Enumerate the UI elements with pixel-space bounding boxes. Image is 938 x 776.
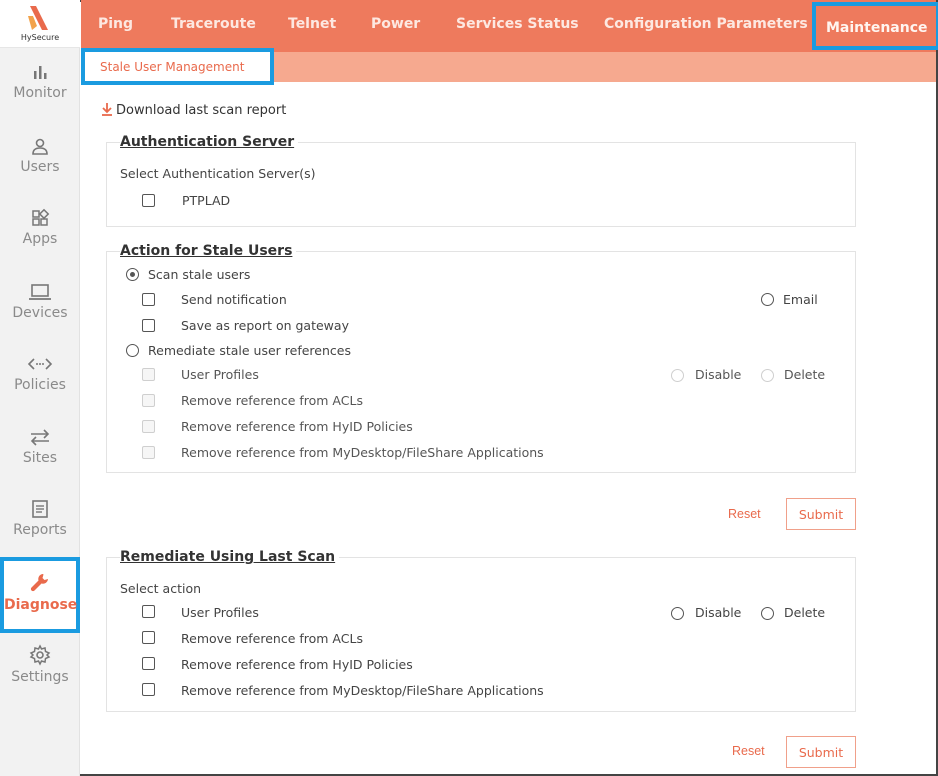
user-profiles-label: User Profiles <box>181 367 259 382</box>
sidebar-item-label: Reports <box>13 522 67 538</box>
server-label-ptplad: PTPLAD <box>182 193 231 208</box>
auth-server-prompt: Select Authentication Server(s) <box>120 166 316 181</box>
save-report-label: Save as report on gateway <box>181 318 349 333</box>
server-checkbox-ptplad[interactable] <box>142 194 155 207</box>
last-reset-button[interactable]: Reset <box>732 744 765 758</box>
stale-action-title: Action for Stale Users <box>120 243 297 259</box>
user-profiles-checkbox[interactable] <box>142 368 155 381</box>
last-delete-label: Delete <box>784 605 826 620</box>
remove-hyid-label: Remove reference from HyID Policies <box>181 419 413 434</box>
reset-button[interactable]: Reset <box>728 507 761 521</box>
submit-button[interactable]: Submit <box>786 498 856 530</box>
delete-label: Delete <box>784 367 826 382</box>
disable-radio[interactable] <box>671 369 684 382</box>
sidebar-item-policies[interactable]: Policies <box>0 354 80 422</box>
last-remove-mydesktop-checkbox[interactable] <box>142 683 155 696</box>
remove-acls-checkbox[interactable] <box>142 394 155 407</box>
gear-icon <box>29 644 51 666</box>
laptop-icon <box>29 284 51 300</box>
last-remove-acls-checkbox[interactable] <box>142 631 155 644</box>
auth-server-panel <box>106 142 856 227</box>
tab-services-status[interactable]: Services Status <box>456 16 579 32</box>
sidebar-item-label: Policies <box>14 377 66 393</box>
top-nav: Ping Traceroute Telnet Power Services St… <box>81 0 938 52</box>
remediate-stale-radio[interactable] <box>126 344 139 357</box>
last-remove-acls-label: Remove reference from ACLs <box>181 631 363 646</box>
email-label: Email <box>783 292 818 307</box>
sidebar-item-label: Settings <box>11 669 69 685</box>
scan-stale-users-label: Scan stale users <box>148 267 251 282</box>
remediate-last-prompt: Select action <box>120 581 202 596</box>
send-notification-checkbox[interactable] <box>142 293 155 306</box>
sidebar-item-label: Diagnose <box>4 597 78 613</box>
tab-maintenance[interactable]: Maintenance <box>812 2 938 50</box>
stale-action-panel <box>106 251 856 473</box>
sidebar-item-label: Sites <box>22 450 58 466</box>
auth-server-title: Authentication Server <box>120 134 299 150</box>
download-report-label: Download last scan report <box>116 103 287 118</box>
remove-mydesktop-checkbox[interactable] <box>142 446 155 459</box>
bar-chart-icon <box>34 66 47 79</box>
sidebar-item-label: Apps <box>22 231 58 247</box>
remove-hyid-checkbox[interactable] <box>142 420 155 433</box>
remediate-stale-label: Remediate stale user references <box>148 343 351 358</box>
sidebar-item-sites[interactable]: Sites <box>0 427 80 495</box>
last-remove-mydesktop-label: Remove reference from MyDesktop/FileShar… <box>181 683 544 698</box>
remove-acls-label: Remove reference from ACLs <box>181 393 363 408</box>
download-icon <box>102 103 112 116</box>
sidebar: HySecure Monitor Users Apps Devices Poli… <box>0 0 80 776</box>
last-user-profiles-checkbox[interactable] <box>142 605 155 618</box>
sub-nav: Stale User Management <box>81 48 936 85</box>
sidebar-item-apps[interactable]: Apps <box>0 208 80 276</box>
sidebar-item-label: Devices <box>12 305 68 321</box>
apps-grid-icon <box>32 208 50 226</box>
sidebar-item-label: Monitor <box>13 85 67 101</box>
brand-name: HySecure <box>20 33 60 42</box>
download-report-link[interactable]: Download last scan report <box>100 102 286 118</box>
last-remove-hyid-checkbox[interactable] <box>142 657 155 670</box>
remove-mydesktop-label: Remove reference from MyDesktop/FileShar… <box>181 445 544 460</box>
logo: HySecure <box>0 0 80 48</box>
last-user-profiles-label: User Profiles <box>181 605 259 620</box>
last-disable-label: Disable <box>695 605 742 620</box>
transfer-arrows-icon <box>30 429 50 446</box>
disable-label: Disable <box>695 367 742 382</box>
sidebar-item-settings[interactable]: Settings <box>0 644 80 712</box>
last-delete-radio[interactable] <box>761 607 774 620</box>
email-radio[interactable] <box>761 293 774 306</box>
hysecure-logo-icon <box>28 6 48 30</box>
remediate-last-title: Remediate Using Last Scan <box>120 549 340 565</box>
tab-telnet[interactable]: Telnet <box>288 16 336 32</box>
sidebar-item-devices[interactable]: Devices <box>0 282 80 350</box>
last-submit-button[interactable]: Submit <box>786 736 856 768</box>
tab-configuration-parameters[interactable]: Configuration Parameters <box>604 16 808 32</box>
delete-radio[interactable] <box>761 369 774 382</box>
last-disable-radio[interactable] <box>671 607 684 620</box>
sidebar-item-monitor[interactable]: Monitor <box>0 62 80 130</box>
document-icon <box>32 500 48 518</box>
tab-ping[interactable]: Ping <box>98 16 133 32</box>
sidebar-item-diagnose[interactable]: Diagnose <box>0 557 80 633</box>
code-arrows-icon <box>27 358 53 370</box>
tab-traceroute[interactable]: Traceroute <box>171 16 256 32</box>
last-remove-hyid-label: Remove reference from HyID Policies <box>181 657 413 672</box>
scan-stale-users-radio[interactable] <box>126 268 139 281</box>
tab-power[interactable]: Power <box>371 16 420 32</box>
sidebar-item-users[interactable]: Users <box>0 136 80 204</box>
sidebar-item-label: Users <box>20 159 60 175</box>
user-icon <box>32 138 48 155</box>
subtab-stale-user-management[interactable]: Stale User Management <box>81 48 274 85</box>
save-report-checkbox[interactable] <box>142 319 155 332</box>
wrench-icon <box>30 574 48 592</box>
send-notification-label: Send notification <box>181 292 287 307</box>
